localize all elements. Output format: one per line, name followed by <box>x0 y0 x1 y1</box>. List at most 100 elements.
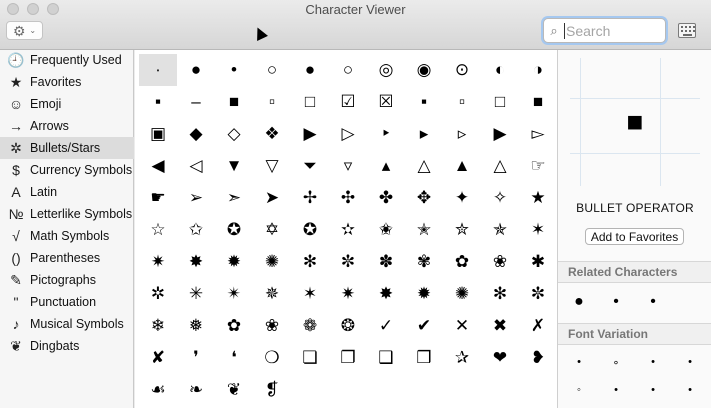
character-cell[interactable]: ✱ <box>519 246 557 278</box>
sidebar-item-math-symbols[interactable]: √ Math Symbols <box>0 225 134 247</box>
character-cell[interactable]: ✩ <box>177 214 215 246</box>
add-to-favorites-button[interactable]: Add to Favorites <box>585 228 684 245</box>
character-cell[interactable]: ▲ <box>443 150 481 182</box>
sidebar-item-currency-symbols[interactable]: $ Currency Symbols <box>0 159 134 181</box>
action-menu-button[interactable]: ⚙ ⌄ <box>6 21 43 40</box>
character-cell[interactable]: ❁ <box>291 310 329 342</box>
character-cell[interactable]: ✳ <box>177 278 215 310</box>
character-cell[interactable]: ✣ <box>329 182 367 214</box>
sidebar-item-parentheses[interactable]: () Parentheses <box>0 247 134 269</box>
character-cell[interactable]: ✪ <box>215 214 253 246</box>
character-cell[interactable]: ✰ <box>443 342 481 374</box>
sidebar-item-dingbats[interactable]: ❦ Dingbats <box>0 335 134 357</box>
character-cell[interactable]: ✸ <box>367 278 405 310</box>
character-cell[interactable]: ❡ <box>253 374 291 406</box>
font-variation-character[interactable]: ∘ <box>601 356 631 369</box>
character-cell[interactable]: ❑ <box>367 342 405 374</box>
character-cell[interactable]: ◉ <box>405 54 443 86</box>
character-cell[interactable]: ▫ <box>443 86 481 118</box>
character-cell[interactable]: ○ <box>329 54 367 86</box>
character-cell[interactable]: ✖ <box>481 310 519 342</box>
character-cell[interactable]: ❍ <box>253 342 291 374</box>
font-variation-character[interactable]: • <box>675 356 705 368</box>
related-character[interactable]: • <box>638 293 668 311</box>
character-cell[interactable]: ✷ <box>329 278 367 310</box>
character-cell[interactable]: ✽ <box>367 246 405 278</box>
character-cell[interactable]: ✭ <box>405 214 443 246</box>
character-cell[interactable]: ▶ <box>291 118 329 150</box>
character-cell[interactable]: ⊙ <box>443 54 481 86</box>
character-cell[interactable]: ✫ <box>329 214 367 246</box>
character-cell[interactable]: ☞ <box>519 150 557 182</box>
character-cell[interactable]: ❄ <box>139 310 177 342</box>
character-cell[interactable]: ☆ <box>139 214 177 246</box>
character-cell[interactable]: ❛ <box>215 342 253 374</box>
character-cell[interactable]: ➤ <box>253 182 291 214</box>
font-variation-character[interactable]: • <box>638 384 668 396</box>
character-cell[interactable]: ✿ <box>443 246 481 278</box>
character-cell[interactable]: ◐ <box>481 54 519 86</box>
character-cell[interactable]: ✲ <box>139 278 177 310</box>
character-cell[interactable]: ✵ <box>253 278 291 310</box>
character-cell[interactable]: ▷ <box>329 118 367 150</box>
character-cell[interactable]: ▪ <box>405 86 443 118</box>
character-cell[interactable]: ◁ <box>177 150 215 182</box>
character-cell[interactable]: ⏷ <box>291 150 329 182</box>
sidebar-item-musical-symbols[interactable]: ♪ Musical Symbols <box>0 313 134 335</box>
character-cell[interactable]: ✥ <box>405 182 443 214</box>
character-cell[interactable]: ✻ <box>481 278 519 310</box>
character-cell[interactable]: ✶ <box>519 214 557 246</box>
search-field[interactable]: ⌕ <box>543 18 666 43</box>
character-cell[interactable]: ✓ <box>367 310 405 342</box>
character-cell[interactable]: ❐ <box>329 342 367 374</box>
character-cell[interactable]: ▻ <box>519 118 557 150</box>
sidebar-item-emoji[interactable]: ☺ Emoji <box>0 93 134 115</box>
character-cell[interactable]: ▹ <box>443 118 481 150</box>
character-cell[interactable]: ❤ <box>481 342 519 374</box>
character-cell[interactable]: ❅ <box>177 310 215 342</box>
character-cell[interactable]: ● <box>291 54 329 86</box>
character-cell[interactable]: ➢ <box>177 182 215 214</box>
character-cell[interactable]: ■ <box>215 86 253 118</box>
character-cell[interactable]: ✤ <box>367 182 405 214</box>
character-cell[interactable]: ▣ <box>139 118 177 150</box>
character-cell[interactable]: ◎ <box>367 54 405 86</box>
character-cell[interactable]: ‣ <box>367 118 405 150</box>
character-cell[interactable]: ▴ <box>367 150 405 182</box>
character-cell[interactable]: ❥ <box>519 342 557 374</box>
character-cell[interactable]: ✷ <box>139 246 177 278</box>
character-cell[interactable]: ✧ <box>481 182 519 214</box>
character-cell[interactable]: ✯ <box>481 214 519 246</box>
character-cell[interactable]: ✾ <box>405 246 443 278</box>
sidebar-item-favorites[interactable]: ★ Favorites <box>0 71 134 93</box>
sidebar-item-letterlike-symbols[interactable]: № Letterlike Symbols <box>0 203 134 225</box>
character-cell[interactable]: ● <box>177 54 215 86</box>
character-cell[interactable]: ☙ <box>139 374 177 406</box>
character-cell[interactable]: ☛ <box>139 182 177 214</box>
font-variation-character[interactable]: • <box>564 356 594 368</box>
keyboard-viewer-button[interactable] <box>678 23 696 38</box>
character-cell[interactable]: □ <box>291 86 329 118</box>
font-variation-character[interactable]: • <box>601 384 631 396</box>
character-cell[interactable]: ❦ <box>215 374 253 406</box>
character-cell[interactable]: ❀ <box>253 310 291 342</box>
character-cell[interactable]: ✘ <box>139 342 177 374</box>
character-cell[interactable]: ✻ <box>291 246 329 278</box>
character-cell[interactable]: ❖ <box>253 118 291 150</box>
character-cell[interactable]: △ <box>405 150 443 182</box>
character-cell[interactable]: ☑ <box>329 86 367 118</box>
character-cell[interactable]: ✿ <box>215 310 253 342</box>
character-cell[interactable]: ○ <box>253 54 291 86</box>
character-cell[interactable]: ✼ <box>329 246 367 278</box>
character-cell[interactable]: ▫ <box>253 86 291 118</box>
sidebar-item-latin[interactable]: A Latin <box>0 181 134 203</box>
character-cell[interactable]: ✦ <box>443 182 481 214</box>
character-cell[interactable]: ✪ <box>291 214 329 246</box>
character-cell[interactable]: ★ <box>519 182 557 214</box>
character-cell[interactable]: ✕ <box>443 310 481 342</box>
character-cell[interactable]: ◑ <box>519 54 557 86</box>
character-cell[interactable]: ✺ <box>253 246 291 278</box>
character-cell[interactable]: ✶ <box>291 278 329 310</box>
font-variation-character[interactable]: • <box>675 384 705 396</box>
character-cell[interactable]: ▸ <box>405 118 443 150</box>
